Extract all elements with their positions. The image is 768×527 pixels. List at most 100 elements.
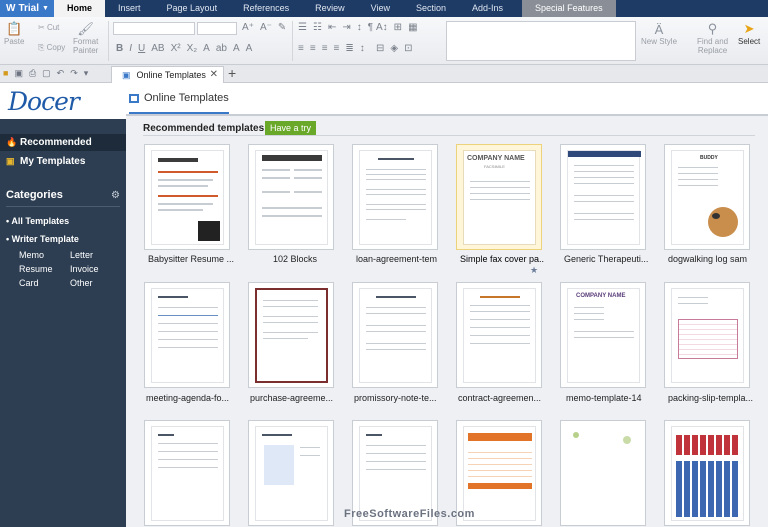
table-icon[interactable]: ⊞ [394,22,402,33]
template-card-meeting-agenda[interactable] [144,282,230,388]
tab-view[interactable]: View [358,0,403,17]
bullets-icon[interactable]: ☰ [298,22,307,33]
new-style-button[interactable]: Ä New Style [641,21,677,47]
have-a-try-button[interactable]: Have a try [265,121,317,135]
char-border-icon[interactable]: A [246,43,253,54]
sidebar-item-recommended[interactable]: 🔥 Recommended [0,134,126,151]
template-card-dogwalking-log[interactable]: BUDDY [664,144,750,250]
increase-indent-icon[interactable]: ⇥ [342,22,350,33]
save-icon[interactable]: ▣ [14,68,23,79]
tab-special-features[interactable]: Special Features [522,0,616,17]
border-icon[interactable]: ▦ [408,22,417,33]
subscript-icon[interactable]: X₂ [187,43,198,54]
show-marks-icon[interactable]: ¶ [368,22,373,33]
distribute-icon[interactable]: ≣ [345,43,353,54]
subcategory-letter[interactable]: Letter [70,250,93,260]
sort-icon[interactable]: ↕ [357,22,362,33]
clear-format-icon[interactable]: ✎ [278,22,286,33]
shrink-font-icon[interactable]: A⁻ [260,22,272,33]
font-size-field[interactable] [197,22,237,35]
template-card-generic-therapeutic[interactable] [560,144,646,250]
style-gallery[interactable] [446,21,636,61]
tab-section[interactable]: Section [403,0,459,17]
template-card[interactable] [144,420,230,526]
strikethrough-icon[interactable]: AB [151,43,164,54]
template-card-simple-fax-cover[interactable]: COMPANY NAME FACSIMILE [456,144,542,250]
template-card-promissory-note[interactable] [352,282,438,388]
tab-insert[interactable]: Insert [105,0,154,17]
tab-page-layout[interactable]: Page Layout [154,0,231,17]
open-folder-icon[interactable]: ■ [3,68,8,79]
template-caption[interactable]: packing-slip-templa... [668,393,768,403]
template-caption[interactable]: Babysitter Resume ... [148,254,248,264]
paste-button[interactable]: 📋 Paste [4,21,24,46]
template-card[interactable] [560,420,646,526]
tab-add-ins[interactable]: Add-Ins [459,0,516,17]
text-direction-icon[interactable]: A↕ [376,22,388,33]
select-button[interactable]: ➤ Select [738,21,760,46]
justify-icon[interactable]: ≡ [334,43,340,54]
online-templates-tab[interactable]: Online Templates [129,92,229,114]
template-caption[interactable]: purchase-agreeme... [250,393,350,403]
category-all-templates[interactable]: • All Templates [6,216,69,226]
template-caption[interactable]: dogwalking log sam [668,254,768,264]
template-caption[interactable]: loan-agreement-tem [356,254,456,264]
template-caption[interactable]: Simple fax cover pa... [460,254,544,264]
subcategory-invoice[interactable]: Invoice [70,264,99,274]
preview-icon[interactable]: ▢ [42,68,51,79]
italic-icon[interactable]: I [129,43,132,54]
print-icon[interactable]: ⎙ [29,68,36,79]
char-shading-icon[interactable]: A [233,43,240,54]
template-caption[interactable]: Generic Therapeuti... [564,254,664,264]
paint-bucket-icon[interactable]: ◈ [390,43,398,54]
template-card-purchase-agreement[interactable] [248,282,334,388]
tab-home[interactable]: Home [54,0,106,17]
underline-icon[interactable]: U [138,43,145,54]
favorite-star-icon[interactable]: ★ [530,265,538,276]
gear-icon[interactable]: ⚙ [111,190,120,201]
template-card-memo-template[interactable]: COMPANY NAME [560,282,646,388]
category-writer-template[interactable]: • Writer Template [6,234,79,244]
superscript-icon[interactable]: X² [171,43,181,54]
align-right-icon[interactable]: ≡ [322,43,328,54]
subcategory-card[interactable]: Card [19,278,39,288]
format-painter-button[interactable]: 🖌 Format Painter [73,21,98,55]
align-left-icon[interactable]: ≡ [298,43,304,54]
font-name-field[interactable] [113,22,195,35]
decrease-indent-icon[interactable]: ⇤ [328,22,336,33]
font-color-icon[interactable]: A [203,43,210,54]
subcategory-resume[interactable]: Resume [19,264,53,274]
template-card[interactable] [248,420,334,526]
customize-icon[interactable]: ▾ [84,68,89,79]
highlight-icon[interactable]: ab [216,43,227,54]
borders-icon[interactable]: ⊡ [404,43,412,54]
subcategory-other[interactable]: Other [70,278,93,288]
sidebar-item-my-templates[interactable]: ▣ My Templates [0,153,126,170]
cut-button[interactable]: ✂ Cut [38,23,59,32]
template-card-102-blocks[interactable] [248,144,334,250]
line-spacing-icon[interactable]: ↕ [360,43,365,54]
align-center-icon[interactable]: ≡ [310,43,316,54]
template-caption[interactable]: promissory-note-te... [354,393,454,403]
template-card-loan-agreement[interactable] [352,144,438,250]
align-grid-icon[interactable]: ⊟ [376,43,384,54]
find-replace-button[interactable]: ⚲ Find and Replace [697,21,728,55]
tab-references[interactable]: References [230,0,302,17]
close-icon[interactable]: ✕ [210,69,218,80]
numbering-icon[interactable]: ☷ [313,22,322,33]
template-caption[interactable]: meeting-agenda-fo... [146,393,246,403]
subcategory-memo[interactable]: Memo [19,250,44,260]
undo-icon[interactable]: ↶ [57,68,65,79]
tab-review[interactable]: Review [302,0,358,17]
bold-icon[interactable]: B [116,43,123,54]
template-caption[interactable]: contract-agreemen... [458,393,558,403]
redo-icon[interactable]: ↷ [70,68,78,79]
template-caption[interactable]: 102 Blocks [252,254,338,264]
grow-font-icon[interactable]: A⁺ [242,22,254,33]
template-card-babysitter-resume[interactable] [144,144,230,250]
app-menu-button[interactable]: W Trial ▼ [0,0,54,17]
template-card-packing-slip[interactable] [664,282,750,388]
new-tab-button[interactable]: + [228,65,236,81]
tab-online-templates[interactable]: ▣ Online Templates ✕ [111,66,224,83]
template-caption[interactable]: memo-template-14 [566,393,666,403]
